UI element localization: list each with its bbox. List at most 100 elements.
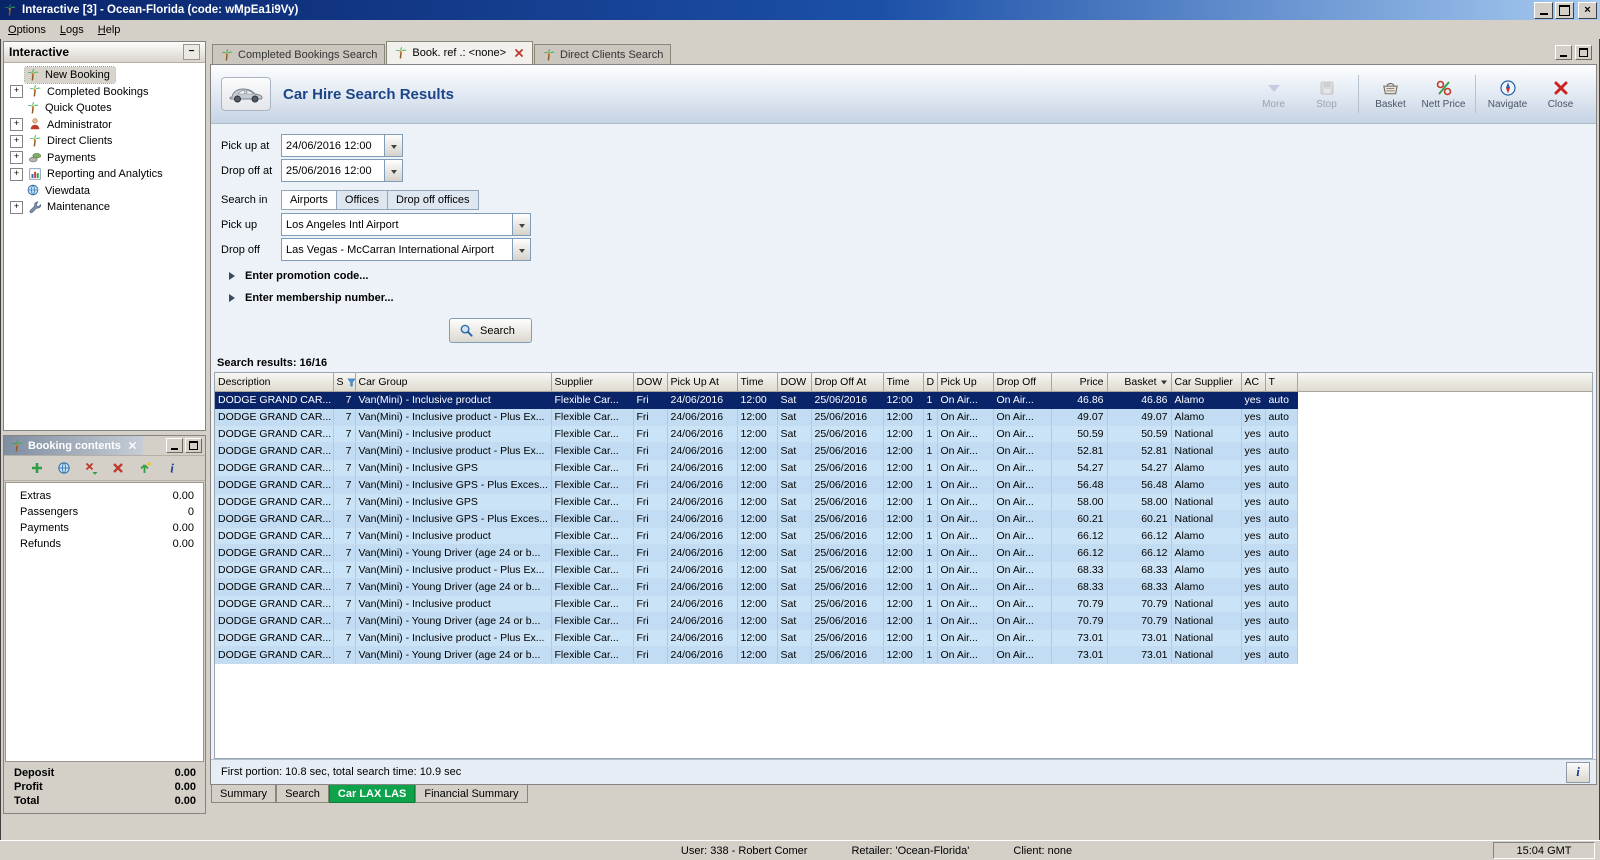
column-header-s[interactable]: S — [333, 373, 355, 392]
column-header-car-supplier[interactable]: Car Supplier — [1171, 373, 1241, 392]
close-button[interactable]: Close — [1537, 75, 1584, 113]
pickup-date-combo[interactable]: 24/06/2016 12:00 — [281, 134, 403, 157]
result-row[interactable]: DODGE GRAND CAR...7Van(Mini) - Young Dri… — [215, 613, 1592, 630]
membership-number-expander[interactable]: Enter membership number... — [229, 292, 1596, 304]
column-header-t[interactable]: T — [1265, 373, 1297, 392]
document-restore-button[interactable] — [1575, 45, 1592, 60]
tab-book-ref-none[interactable]: Book. ref .: <none> — [386, 41, 533, 64]
search-in-tab-drop-off-offices[interactable]: Drop off offices — [388, 190, 479, 210]
booking-panel-title-tab[interactable]: Booking contents — [4, 436, 143, 455]
bottom-tab-car-lax-las[interactable]: Car LAX LAS — [329, 785, 415, 803]
bottom-tab-summary[interactable]: Summary — [211, 785, 276, 803]
result-row[interactable]: DODGE GRAND CAR...7Van(Mini) - Young Dri… — [215, 545, 1592, 562]
sidebar-item-viewdata[interactable]: Viewdata — [4, 183, 205, 200]
document-minimize-button[interactable] — [1555, 45, 1572, 60]
replace-icon[interactable] — [82, 459, 100, 477]
column-header-time[interactable]: Time — [883, 373, 923, 392]
sidebar-item-quick-quotes[interactable]: Quick Quotes — [4, 100, 205, 117]
result-row[interactable]: DODGE GRAND CAR...7Van(Mini) - Inclusive… — [215, 426, 1592, 443]
result-row[interactable]: DODGE GRAND CAR...7Van(Mini) - Inclusive… — [215, 477, 1592, 494]
dropdown-arrow-icon[interactable] — [384, 135, 402, 156]
menu-logs[interactable]: Logs — [53, 22, 91, 38]
delete-icon[interactable] — [109, 459, 127, 477]
nett-price-button[interactable]: Nett Price — [1420, 75, 1467, 113]
column-header-time[interactable]: Time — [737, 373, 777, 392]
result-row[interactable]: DODGE GRAND CAR...7Van(Mini) - Inclusive… — [215, 460, 1592, 477]
booking-panel-close-icon[interactable] — [128, 441, 137, 450]
column-header-dow[interactable]: DOW — [777, 373, 811, 392]
sidebar-item-administrator[interactable]: +Administrator — [4, 117, 205, 134]
add-icon[interactable] — [28, 459, 46, 477]
column-header-drop-off[interactable]: Drop Off — [993, 373, 1051, 392]
navigate-button[interactable]: Navigate — [1484, 75, 1531, 113]
result-row[interactable]: DODGE GRAND CAR...7Van(Mini) - Young Dri… — [215, 647, 1592, 664]
column-header-dow[interactable]: DOW — [633, 373, 667, 392]
bottom-tab-search[interactable]: Search — [276, 785, 329, 803]
result-row[interactable]: DODGE GRAND CAR...7Van(Mini) - Inclusive… — [215, 562, 1592, 579]
search-in-tab-airports[interactable]: Airports — [281, 190, 337, 210]
booking-row-refunds: Refunds0.00 — [6, 536, 203, 552]
minimize-icon — [1560, 55, 1567, 57]
tab-completed-bookings-search[interactable]: Completed Bookings Search — [212, 44, 385, 64]
dropdown-arrow-icon[interactable] — [512, 214, 530, 235]
result-row[interactable]: DODGE GRAND CAR...7Van(Mini) - Inclusive… — [215, 443, 1592, 460]
expander-icon[interactable]: + — [10, 168, 23, 181]
dropoff-date-combo[interactable]: 25/06/2016 12:00 — [281, 159, 403, 182]
result-row[interactable]: DODGE GRAND CAR...7Van(Mini) - Inclusive… — [215, 596, 1592, 613]
result-row[interactable]: DODGE GRAND CAR...7Van(Mini) - Young Dri… — [215, 579, 1592, 596]
column-header-d[interactable]: D — [923, 373, 937, 392]
search-button-row: Search — [449, 318, 1596, 343]
booking-restore-button[interactable] — [185, 438, 202, 453]
search-button[interactable]: Search — [449, 318, 532, 343]
info-button[interactable]: i — [1566, 762, 1590, 783]
column-header-supplier[interactable]: Supplier — [551, 373, 633, 392]
menu-help[interactable]: Help — [91, 22, 128, 38]
search-in-tab-offices[interactable]: Offices — [337, 190, 388, 210]
cell-d: 1 — [923, 528, 937, 545]
sidebar-item-completed-bookings[interactable]: +Completed Bookings — [4, 84, 205, 101]
dropdown-arrow-icon[interactable] — [384, 160, 402, 181]
sidebar-item-direct-clients[interactable]: +Direct Clients — [4, 133, 205, 150]
column-header-description[interactable]: Description — [215, 373, 333, 392]
basket-button[interactable]: Basket — [1367, 75, 1414, 113]
column-header-car-group[interactable]: Car Group — [355, 373, 551, 392]
booking-minimize-button[interactable] — [166, 438, 183, 453]
result-row[interactable]: DODGE GRAND CAR...7Van(Mini) - Inclusive… — [215, 494, 1592, 511]
panel-collapse-button[interactable]: − — [183, 44, 200, 60]
dropdown-arrow-icon[interactable] — [512, 239, 530, 260]
tab-direct-clients-search[interactable]: Direct Clients Search — [534, 44, 671, 64]
column-header-basket[interactable]: Basket — [1107, 373, 1171, 392]
column-header-pick-up[interactable]: Pick Up — [937, 373, 993, 392]
result-row[interactable]: DODGE GRAND CAR...7Van(Mini) - Inclusive… — [215, 409, 1592, 426]
total-label: Profit — [14, 781, 43, 793]
globe-icon[interactable] — [55, 459, 73, 477]
result-row[interactable]: DODGE GRAND CAR...7Van(Mini) - Inclusive… — [215, 630, 1592, 647]
promotion-code-expander[interactable]: Enter promotion code... — [229, 270, 1596, 282]
cell-description: DODGE GRAND CAR... — [215, 460, 333, 477]
sidebar-item-maintenance[interactable]: +Maintenance — [4, 199, 205, 216]
sidebar-item-new-booking[interactable]: New Booking — [4, 67, 205, 84]
close-button[interactable]: × — [1578, 2, 1597, 19]
result-row[interactable]: DODGE GRAND CAR...7Van(Mini) - Inclusive… — [215, 528, 1592, 545]
column-header-drop-off-at[interactable]: Drop Off At — [811, 373, 883, 392]
menu-options[interactable]: Options — [1, 22, 53, 38]
expander-icon[interactable]: + — [10, 151, 23, 164]
expander-icon[interactable]: + — [10, 201, 23, 214]
info-icon[interactable]: i — [163, 459, 181, 477]
minimize-button[interactable] — [1534, 2, 1553, 19]
result-row[interactable]: DODGE GRAND CAR...7Van(Mini) - Inclusive… — [215, 392, 1592, 409]
sidebar-item-reporting-and-analytics[interactable]: +Reporting and Analytics — [4, 166, 205, 183]
pickup-location-combo[interactable]: Los Angeles Intl Airport — [281, 213, 531, 236]
result-row[interactable]: DODGE GRAND CAR...7Van(Mini) - Inclusive… — [215, 511, 1592, 528]
export-icon[interactable] — [136, 459, 154, 477]
expander-icon[interactable]: + — [10, 118, 23, 131]
column-header-pick-up-at[interactable]: Pick Up At — [667, 373, 737, 392]
expander-icon[interactable]: + — [10, 135, 23, 148]
bottom-tab-financial-summary[interactable]: Financial Summary — [415, 785, 527, 803]
maximize-button[interactable] — [1555, 2, 1574, 19]
sidebar-item-payments[interactable]: +Payments — [4, 150, 205, 167]
expander-icon[interactable]: + — [10, 85, 23, 98]
column-header-price[interactable]: Price — [1051, 373, 1107, 392]
column-header-ac[interactable]: AC — [1241, 373, 1265, 392]
dropoff-location-combo[interactable]: Las Vegas - McCarran International Airpo… — [281, 238, 531, 261]
